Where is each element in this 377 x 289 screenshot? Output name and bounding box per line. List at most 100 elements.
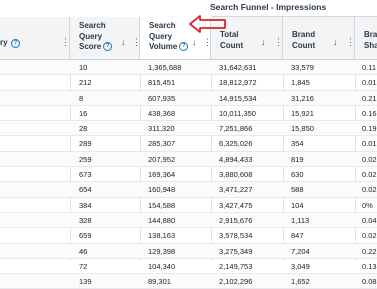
table-cell: 328 (79, 215, 92, 225)
header-brand-line1: Brand (292, 30, 316, 39)
header-col-brand-count[interactable]: Brand Count ↓ ⋮ (283, 17, 355, 60)
table-cell: 89,301 (148, 277, 171, 287)
kebab-icon[interactable]: ⋮ (346, 37, 355, 48)
header-label-brand-share: Bran Shar (364, 30, 377, 51)
help-icon[interactable]: ? (179, 42, 189, 52)
table-cell: 4,894,433 (219, 154, 253, 164)
table-cell: 0.13 (362, 261, 377, 271)
table-cell: 144,880 (148, 215, 176, 225)
table-cell: 3,471,227 (219, 185, 253, 195)
table-cell: 104,340 (148, 261, 176, 271)
header-sqs-line3: Score (79, 42, 102, 51)
header-col-query[interactable]: ry ? ⋮ (0, 17, 70, 59)
table-cell: 33,579 (291, 63, 314, 72)
table-cell: 31,642,631 (219, 63, 257, 72)
table-row[interactable]: 654 160,948 3,471,227 588 0.02 (0, 182, 377, 198)
table-cell: 104 (291, 200, 304, 210)
table-cell: 15,921 (291, 108, 314, 118)
table-cell: 14,915,534 (219, 93, 257, 103)
table-cell: 1,652 (291, 277, 310, 287)
table-cell: 72 (79, 261, 88, 271)
table-row[interactable]: 28 311,320 7,251,866 15,850 0.19 (0, 121, 377, 137)
table-cell: 0.22 (362, 246, 377, 256)
table-cell: 0.02 (362, 170, 377, 180)
table-cell: 289 (79, 139, 92, 149)
table-cell: 259 (79, 154, 92, 164)
table-cell: 354 (291, 139, 304, 149)
header-total-line2: Count (220, 40, 244, 50)
table-row[interactable]: 659 138,163 3,578,534 847 0.02 (0, 228, 377, 244)
table-cell: 0.02 (362, 231, 377, 241)
header-sqs-line1: Search (79, 21, 106, 30)
header-share-line1: Bran (364, 30, 377, 39)
table-row[interactable]: 46 129,398 3,275,349 7,204 0.22 (0, 243, 377, 259)
data-table: Search Funnel - Impressions ry ? ⋮ Searc… (0, 0, 377, 289)
table-cell: 285,307 (148, 139, 176, 149)
table-cell: 659 (79, 231, 92, 241)
table-row[interactable]: 8 607,935 14,915,534 31,216 0.21 (0, 90, 377, 106)
table-cell: 0.19 (362, 124, 377, 134)
header-label-brand-count: Brand Count (292, 30, 315, 51)
table-row[interactable]: 384 154,588 3,427,475 104 0% (0, 198, 377, 213)
table-cell: 10,011,350 (219, 108, 256, 118)
table-cell: 0.11 (362, 63, 377, 72)
table-row[interactable]: 328 144,880 2,915,676 1,113 0.04 (0, 212, 377, 229)
table-cell: 0% (362, 200, 373, 210)
table-row[interactable]: 72 104,340 2,149,753 3,049 0.13 (0, 259, 377, 275)
help-icon[interactable]: ? (11, 39, 20, 48)
table-row[interactable]: 212 815,451 18,812,972 1,845 0.01 (0, 75, 377, 91)
table-cell: 16 (79, 108, 88, 118)
table-row[interactable]: 139 89,301 2,102,296 1,652 0.08 (0, 274, 377, 289)
table-row[interactable]: 259 207,952 4,894,433 819 0.02 (0, 151, 377, 168)
header-sqv-line3: Volume (149, 42, 178, 51)
table-cell: 15,850 (291, 124, 314, 134)
header-sqs-line2: Query (79, 31, 103, 41)
table-cell: 18,812,972 (219, 78, 257, 88)
table-cell: 0.02 (362, 154, 377, 164)
table-cell: 212 (79, 78, 92, 88)
table-cell: 0.21 (362, 93, 377, 103)
header-label-sqv: Search Query Volume? (149, 21, 189, 53)
table-row[interactable]: 673 169,364 3,880,608 630 0.02 (0, 167, 377, 183)
table-cell: 384 (79, 200, 92, 210)
table-cell: 138,163 (148, 231, 176, 241)
table-cell: 8 (79, 93, 84, 103)
table-cell: 2,915,676 (219, 215, 253, 225)
table-cell: 2,149,753 (219, 261, 253, 271)
table-row[interactable]: 289 285,307 6,325,026 354 0.01 (0, 136, 377, 152)
table-cell: 3,275,349 (219, 246, 253, 256)
table-row[interactable]: 10 1,365,688 31,642,631 33,579 0.11 (0, 60, 377, 76)
table-cell: 207,952 (148, 154, 176, 164)
sort-down-icon[interactable]: ↓ (192, 37, 197, 47)
table-cell: 0.02 (362, 185, 377, 195)
table-cell: 1,113 (291, 215, 310, 225)
table-cell: 847 (291, 231, 304, 241)
help-icon[interactable]: ? (103, 42, 113, 52)
table-cell: 154,588 (148, 200, 176, 210)
header-col-brand-share[interactable]: Bran Shar (355, 17, 377, 60)
table-cell: 654 (79, 185, 92, 195)
table-cell: 139 (79, 277, 92, 287)
header-label-sqs: Search Query Score? (79, 21, 113, 53)
sort-down-icon[interactable]: ↓ (333, 37, 338, 47)
sort-down-icon[interactable]: ↓ (261, 37, 266, 47)
header-query-label: ry (0, 38, 8, 47)
header-col-search-query-score[interactable]: Search Query Score? ↓ ⋮ (70, 17, 141, 59)
table-cell: 7,204 (291, 246, 310, 256)
table-cell: 10 (79, 63, 88, 72)
table-cell: 311,320 (148, 124, 175, 134)
sort-down-icon[interactable]: ↓ (121, 37, 126, 47)
table-cell: 3,049 (291, 261, 310, 271)
kebab-icon[interactable]: ⋮ (274, 37, 283, 48)
kebab-icon[interactable]: ⋮ (61, 37, 70, 48)
table-cell: 169,364 (148, 170, 176, 180)
table-row[interactable]: 16 438,368 10,011,350 15,921 0.16 (0, 106, 377, 122)
table-cell: 1,365,688 (148, 63, 182, 72)
table-cell: 673 (79, 170, 92, 180)
table-cell: 3,880,608 (219, 170, 253, 180)
table-cell: 31,216 (291, 93, 314, 103)
table-cell: 46 (79, 246, 88, 256)
table-cell: 819 (291, 154, 304, 164)
header-sqv-line1: Search (149, 21, 176, 30)
table-cell: 2,102,296 (219, 277, 253, 287)
